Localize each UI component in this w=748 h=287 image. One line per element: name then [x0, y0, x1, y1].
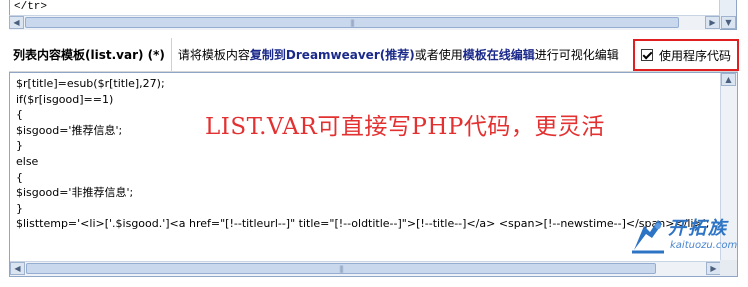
- use-program-code-checkbox[interactable]: [640, 49, 653, 61]
- template-title: 列表内容模板(list.var) (*): [9, 38, 172, 71]
- grip-icon: |||: [338, 265, 344, 273]
- scrollbar-thumb[interactable]: |||: [26, 263, 656, 274]
- scrollbar-corner: [720, 260, 737, 276]
- scroll-down-button[interactable]: ▼: [721, 16, 736, 29]
- code-content[interactable]: $r[title]=esub($r[title],27); if($r[isgo…: [16, 76, 709, 232]
- grip-icon: |||: [349, 19, 355, 27]
- scroll-left-button[interactable]: ◀: [9, 16, 24, 29]
- desc-text: 进行可视化编辑: [534, 48, 619, 62]
- desc-text: 请将模板内容: [177, 48, 250, 62]
- vertical-scrollbar[interactable]: ▼: [719, 0, 736, 29]
- horizontal-scrollbar[interactable]: ◀ ||| ▶: [10, 261, 721, 276]
- scroll-right-button[interactable]: ▶: [706, 262, 721, 275]
- scroll-up-button[interactable]: ▲: [721, 73, 736, 86]
- online-template-editor-link[interactable]: 模板在线编辑: [463, 48, 535, 62]
- scroll-left-button[interactable]: ◀: [10, 262, 25, 275]
- watermark-logo: 开拓族 kaituozu.com: [628, 214, 744, 258]
- logo-icon: [632, 220, 664, 254]
- horizontal-scrollbar[interactable]: ◀ ||| ▶: [9, 15, 720, 30]
- use-program-code-label: 使用程序代码: [658, 48, 731, 63]
- scroll-right-button[interactable]: ▶: [705, 16, 720, 29]
- annotation-text: LIST.VAR可直接写PHP代码，更灵活: [205, 114, 605, 140]
- copy-to-dreamweaver-link[interactable]: 复制到Dreamweaver(推荐): [250, 48, 415, 62]
- code-line: </tr>: [14, 1, 48, 13]
- watermark-url: kaituozu.com: [670, 240, 738, 251]
- watermark-brand: 开拓族: [668, 218, 728, 239]
- template-toolbar: 列表内容模板(list.var) (*) 请将模板内容复制到Dreamweave…: [9, 38, 739, 71]
- template-description: 请将模板内容复制到Dreamweaver(推荐)或者使用模板在线编辑进行可视化编…: [172, 46, 619, 63]
- use-program-code-toggle[interactable]: 使用程序代码: [633, 39, 739, 71]
- scrollbar-thumb[interactable]: |||: [25, 17, 679, 28]
- desc-text: 或者使用: [414, 48, 463, 62]
